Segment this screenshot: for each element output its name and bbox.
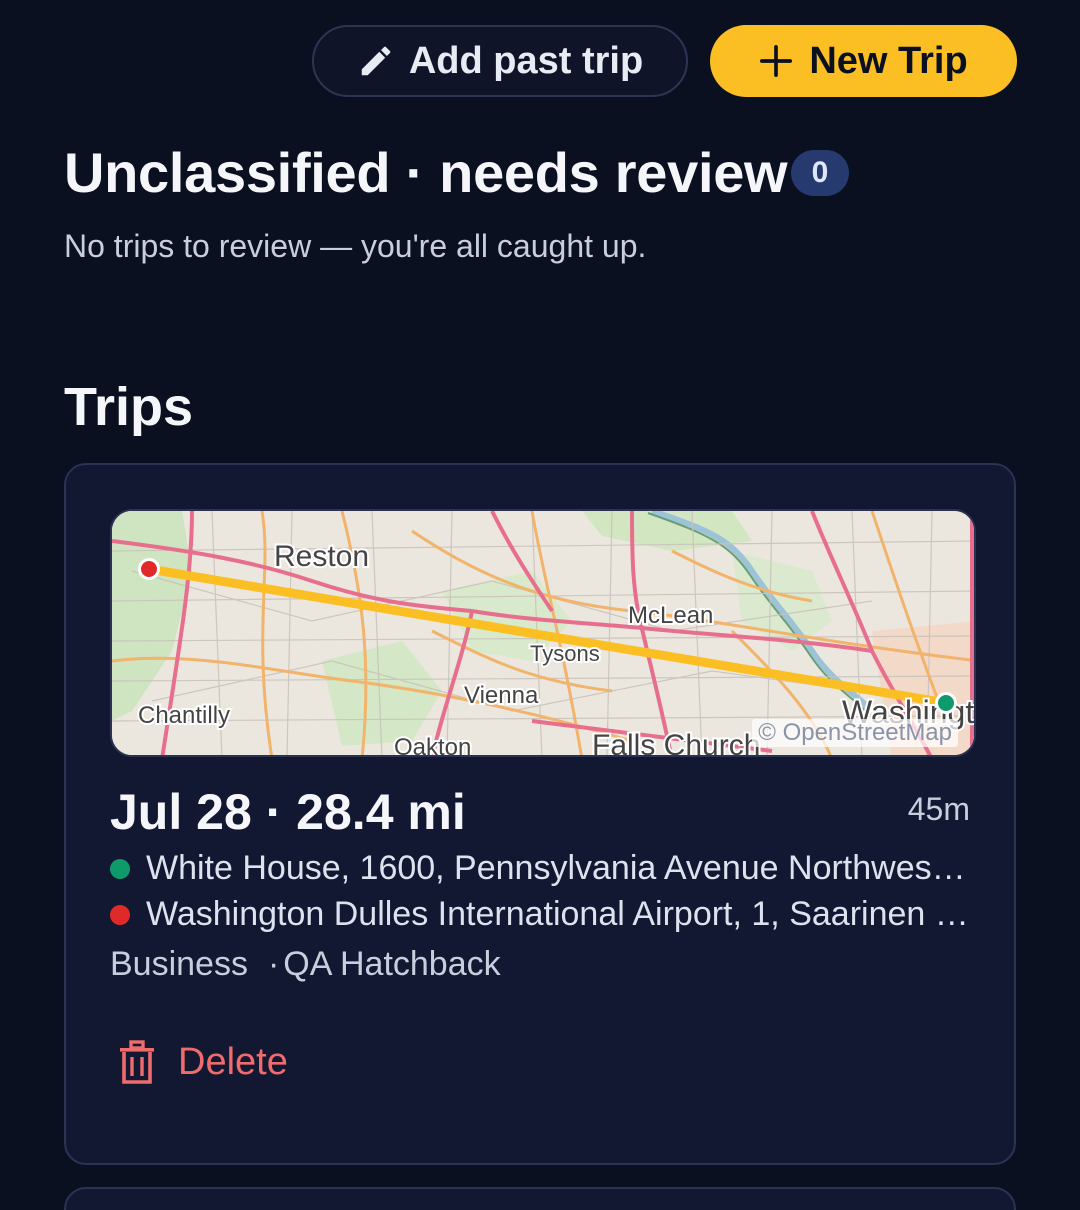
delete-trip-button[interactable]: Delete	[116, 1039, 288, 1085]
add-past-trip-label: Add past trip	[408, 39, 644, 82]
trip-vehicle: QA Hatchback	[283, 945, 501, 983]
trips-heading: Trips	[64, 377, 194, 437]
trip-start-text: White House, 1600, Pennsylvania Avenue N…	[146, 849, 970, 887]
map-label-mclean: McLean	[628, 602, 713, 629]
end-dot-icon	[110, 904, 130, 925]
trips-page: Add past trip New Trip Unclassified · ne…	[0, 0, 1080, 1210]
plus-icon	[759, 44, 793, 78]
map-label-vienna: Vienna	[464, 682, 539, 709]
map-label-oakton: Oakton	[394, 734, 471, 757]
map-attribution[interactable]: © OpenStreetMap	[752, 719, 958, 747]
map-label-reston: Reston	[274, 540, 369, 573]
trip-category: Business	[110, 945, 248, 983]
trip-start-location: White House, 1600, Pennsylvania Avenue N…	[110, 849, 970, 888]
meta-separator: ·	[267, 945, 280, 983]
new-trip-label: New Trip	[809, 39, 968, 82]
trip-route-map[interactable]: Reston McLean Tysons Vienna Chantilly Oa…	[110, 509, 976, 757]
pencil-icon	[357, 42, 395, 80]
trip-card[interactable]: Reston McLean Tysons Vienna Chantilly Oa…	[64, 463, 1016, 1165]
map-label-tysons: Tysons	[530, 641, 600, 666]
map-label-falls-church: Falls Church	[592, 729, 760, 757]
add-past-trip-button[interactable]: Add past trip	[312, 25, 688, 97]
trip-duration: 45m	[907, 791, 970, 827]
unclassified-heading: Unclassified · needs review	[64, 141, 788, 204]
new-trip-button[interactable]: New Trip	[710, 25, 1017, 97]
trash-icon	[116, 1039, 158, 1085]
trip-meta: Business · QA Hatchback	[110, 945, 501, 984]
trip-title: Jul 28 · 28.4 mi	[110, 784, 466, 840]
empty-review-message: No trips to review — you're all caught u…	[64, 228, 647, 264]
start-dot-icon	[110, 858, 130, 879]
trip-card-next[interactable]	[64, 1187, 1016, 1210]
map-label-chantilly: Chantilly	[138, 702, 230, 729]
delete-label: Delete	[178, 1040, 288, 1083]
review-count-badge: 0	[791, 150, 849, 196]
trip-end-location: Washington Dulles International Airport,…	[110, 895, 970, 934]
trip-end-text: Washington Dulles International Airport,…	[146, 895, 970, 933]
